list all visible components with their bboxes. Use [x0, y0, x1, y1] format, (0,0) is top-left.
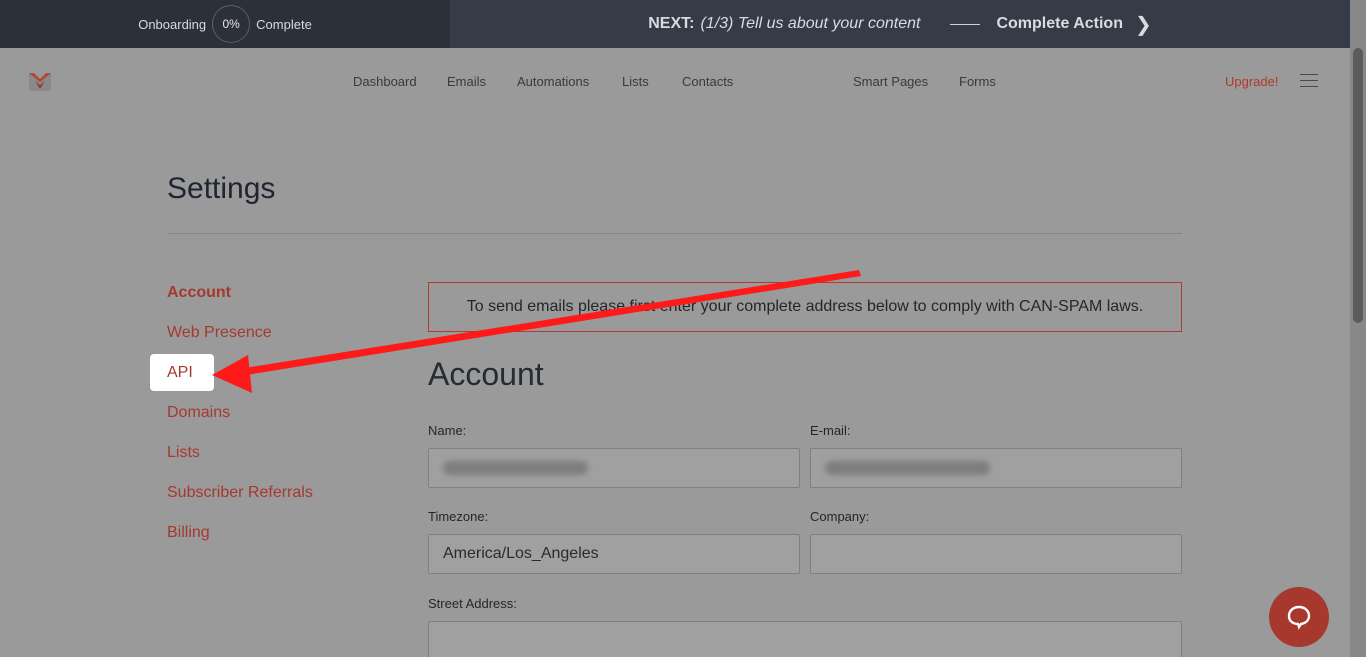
email-field[interactable] [810, 448, 1182, 488]
chat-button[interactable] [1269, 587, 1329, 647]
sidebar-item-domains[interactable]: Domains [167, 404, 230, 422]
brand-logo-icon[interactable] [29, 71, 51, 93]
menu-icon[interactable] [1300, 74, 1318, 88]
next-action-bar[interactable]: NEXT: (1/3) Tell us about your content C… [450, 0, 1350, 48]
timezone-value: America/Los_Angeles [443, 545, 599, 562]
email-label: E-mail: [810, 423, 851, 438]
nav-emails[interactable]: Emails [447, 74, 486, 89]
scrollbar-thumb[interactable] [1353, 48, 1363, 323]
sidebar-item-account[interactable]: Account [167, 284, 231, 302]
divider [167, 233, 1182, 234]
nav-contacts[interactable]: Contacts [682, 74, 733, 89]
nav-lists[interactable]: Lists [622, 74, 649, 89]
upgrade-link[interactable]: Upgrade! [1225, 74, 1278, 89]
can-spam-notice: To send emails please first enter your c… [428, 282, 1182, 332]
nav-smart-pages[interactable]: Smart Pages [853, 74, 928, 89]
onboarding-complete-label: Complete [256, 16, 312, 32]
nav-automations[interactable]: Automations [517, 74, 589, 89]
sidebar-item-subscriber-referrals[interactable]: Subscriber Referrals [167, 484, 313, 502]
sidebar-item-api[interactable]: API [167, 364, 193, 382]
name-label: Name: [428, 423, 467, 438]
company-field[interactable] [810, 534, 1182, 574]
scrollbar[interactable] [1350, 0, 1366, 657]
onboarding-percent: 0% [212, 5, 251, 43]
page-title: Settings [167, 172, 276, 205]
sidebar-item-web-presence[interactable]: Web Presence [167, 324, 272, 342]
complete-action-button[interactable]: Complete Action [996, 15, 1123, 33]
nav-forms[interactable]: Forms [959, 74, 996, 89]
next-task: (1/3) Tell us about your content [700, 15, 921, 32]
sidebar-item-billing[interactable]: Billing [167, 524, 210, 542]
account-section-title: Account [428, 356, 544, 392]
street-address-label: Street Address: [428, 596, 517, 611]
nav-dashboard[interactable]: Dashboard [353, 74, 417, 89]
chat-bubble-icon [1287, 605, 1311, 630]
onboarding-label: Onboarding [138, 16, 207, 32]
next-label: NEXT: [648, 15, 695, 32]
redacted-value [825, 461, 990, 475]
company-label: Company: [810, 509, 870, 524]
name-field[interactable] [428, 448, 800, 488]
redacted-value [443, 461, 588, 475]
onboarding-bar: Onboarding 0% Complete NEXT: (1/3) Tell … [0, 0, 1350, 48]
timezone-select[interactable]: America/Los_Angeles [428, 534, 800, 574]
sidebar-item-lists[interactable]: Lists [167, 444, 200, 462]
onboarding-progress: Onboarding 0% Complete [0, 0, 450, 48]
chevron-right-icon[interactable]: ❯ [1135, 12, 1152, 37]
separator-line [950, 23, 981, 25]
timezone-label: Timezone: [428, 509, 489, 524]
street-address-field[interactable] [428, 621, 1182, 657]
